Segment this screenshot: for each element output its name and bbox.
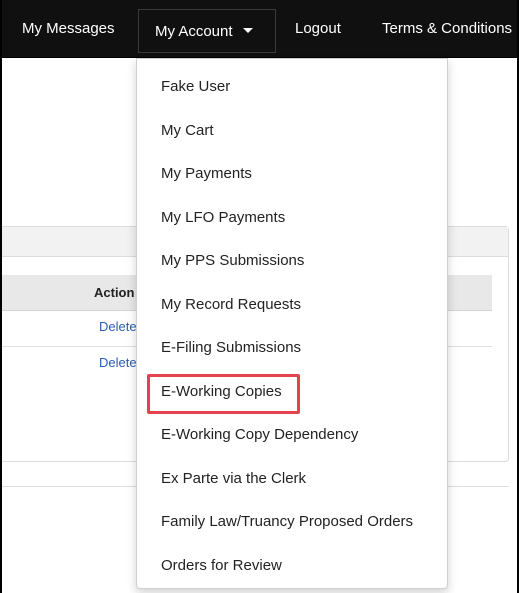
menu-item-label: E-Working Copy Dependency bbox=[161, 426, 359, 443]
nav-terms-label: Terms & Conditions bbox=[382, 20, 513, 37]
menu-item-label: Ex Parte via the Clerk bbox=[161, 469, 307, 487]
menu-item-my-cart[interactable]: My Cart bbox=[137, 109, 447, 153]
menu-item-label: My LFO Payments bbox=[161, 208, 286, 226]
menu-item-fake-user[interactable]: Fake User bbox=[137, 65, 447, 109]
menu-item-label: Orders for Review bbox=[161, 556, 282, 574]
menu-item-label: My PPS Submissions bbox=[161, 252, 305, 269]
menu-item-my-pps-submissions[interactable]: My PPS Submissions bbox=[137, 239, 447, 283]
menu-item-label: E-Working Copies bbox=[161, 382, 282, 400]
menu-item-my-record-requests[interactable]: My Record Requests bbox=[137, 283, 447, 327]
menu-item-e-filing-submissions[interactable]: E-Filing Submissions bbox=[137, 326, 447, 370]
my-account-dropdown-menu: Fake User My Cart My Payments My LFO Pay… bbox=[136, 58, 448, 589]
delete-link[interactable]: Delete bbox=[99, 355, 137, 370]
delete-link[interactable]: Delete bbox=[99, 319, 137, 334]
top-navbar: My Messages My Account Logout Terms & Co… bbox=[0, 0, 519, 58]
menu-item-label: Family Law/Truancy Proposed Orders bbox=[161, 513, 414, 530]
nav-my-messages-label: My Messages bbox=[22, 20, 115, 37]
nav-logout-label: Logout bbox=[295, 20, 341, 37]
menu-item-label: E-Filing Submissions bbox=[161, 339, 302, 356]
nav-my-messages[interactable]: My Messages bbox=[22, 0, 115, 58]
menu-item-e-working-copies[interactable]: E-Working Copies bbox=[137, 370, 447, 414]
menu-item-ex-parte-via-clerk[interactable]: Ex Parte via the Clerk bbox=[137, 457, 447, 501]
menu-item-my-payments[interactable]: My Payments bbox=[137, 152, 447, 196]
nav-my-account[interactable]: My Account bbox=[138, 9, 276, 53]
caret-down-icon bbox=[242, 28, 253, 33]
menu-item-orders-for-review[interactable]: Orders for Review bbox=[137, 544, 447, 588]
column-header-action: Action bbox=[94, 285, 135, 300]
menu-item-label: My Cart bbox=[161, 121, 214, 139]
menu-item-my-lfo-payments[interactable]: My LFO Payments bbox=[137, 196, 447, 240]
menu-item-family-law-truancy-proposed-orders[interactable]: Family Law/Truancy Proposed Orders bbox=[137, 500, 447, 544]
menu-item-label: Fake User bbox=[161, 78, 231, 95]
nav-my-account-label: My Account bbox=[155, 23, 233, 40]
nav-logout[interactable]: Logout bbox=[295, 0, 341, 58]
menu-item-label: My Payments bbox=[161, 165, 252, 182]
nav-terms-conditions[interactable]: Terms & Conditions bbox=[382, 0, 512, 58]
menu-item-e-working-copy-dependency[interactable]: E-Working Copy Dependency bbox=[137, 413, 447, 457]
menu-item-label: My Record Requests bbox=[161, 295, 302, 313]
